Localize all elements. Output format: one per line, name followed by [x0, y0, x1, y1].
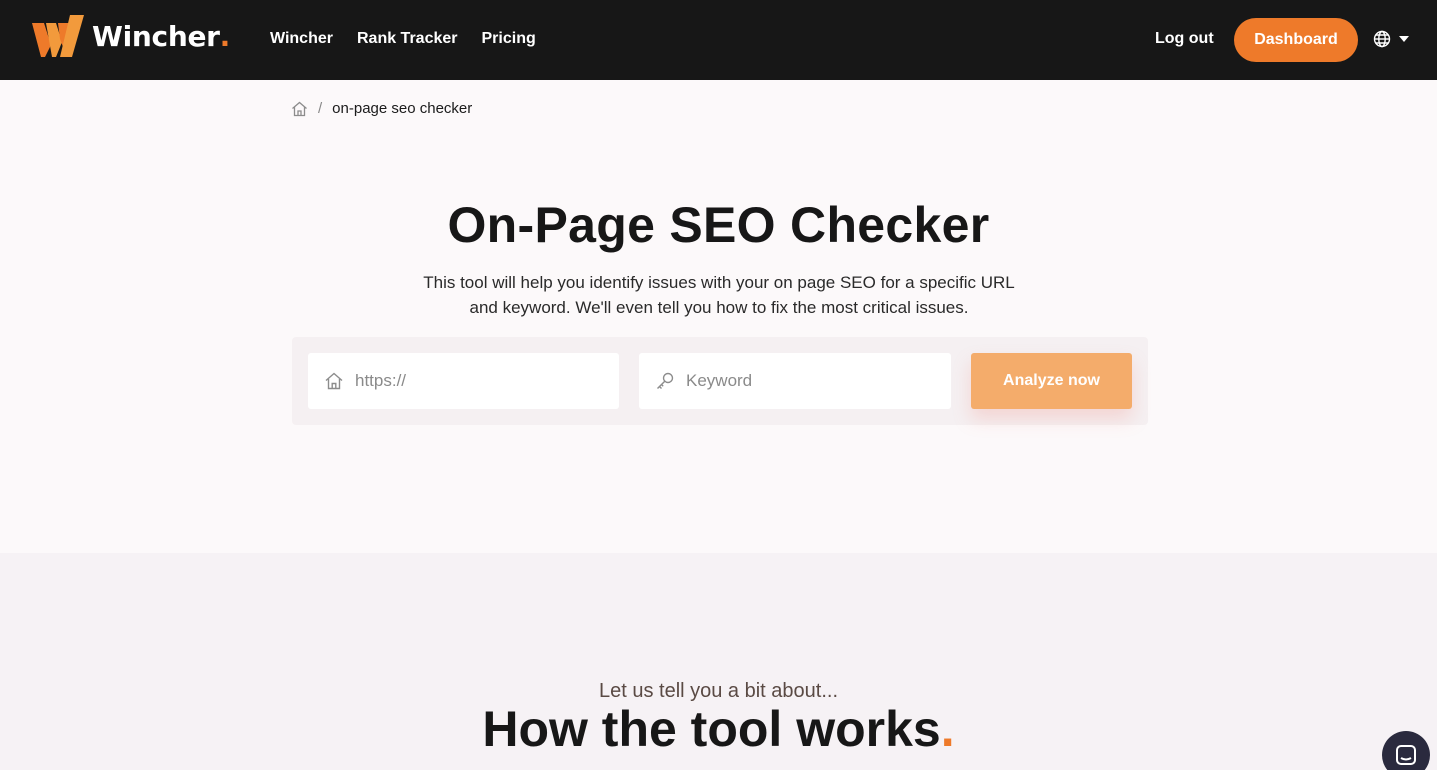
page-description: This tool will help you identify issues …: [423, 273, 1015, 317]
logout-link[interactable]: Log out: [1155, 30, 1214, 48]
url-field[interactable]: [308, 353, 619, 409]
brand-dot: .: [219, 19, 231, 53]
analyze-now-button[interactable]: Analyze now: [971, 353, 1132, 409]
breadcrumb-current: on-page seo checker: [332, 100, 473, 117]
section-title-text: How the tool works: [482, 701, 941, 757]
key-icon: [657, 372, 674, 389]
nav-link-wincher[interactable]: Wincher: [270, 30, 333, 48]
breadcrumb: / on-page seo checker: [291, 100, 472, 117]
wincher-logo-mark-icon: [32, 15, 84, 57]
home-icon: [325, 372, 343, 390]
home-icon[interactable]: [291, 101, 308, 117]
nav-link-rank-tracker[interactable]: Rank Tracker: [357, 30, 458, 48]
chevron-down-icon: [1399, 36, 1409, 42]
section-title-dot: .: [940, 701, 955, 757]
seo-check-form: Analyze now: [292, 337, 1148, 425]
breadcrumb-separator: /: [318, 100, 323, 117]
top-navigation-bar: Wincher. Wincher Rank Tracker Pricing Lo…: [0, 0, 1437, 80]
page-title: On-Page SEO Checker: [447, 197, 990, 253]
dashboard-button[interactable]: Dashboard: [1234, 18, 1358, 62]
keyword-input[interactable]: [686, 371, 916, 391]
section-title: How the tool works.: [0, 700, 1437, 758]
globe-icon: [1373, 30, 1391, 48]
brand-name: Wincher: [92, 19, 220, 53]
url-input[interactable]: [355, 371, 585, 391]
nav-link-pricing[interactable]: Pricing: [482, 30, 536, 48]
main-nav: Wincher Rank Tracker Pricing: [270, 30, 560, 48]
wincher-logo[interactable]: Wincher.: [32, 15, 230, 57]
keyword-field[interactable]: [639, 353, 951, 409]
language-selector[interactable]: [1373, 30, 1409, 48]
chat-icon: [1396, 745, 1416, 765]
